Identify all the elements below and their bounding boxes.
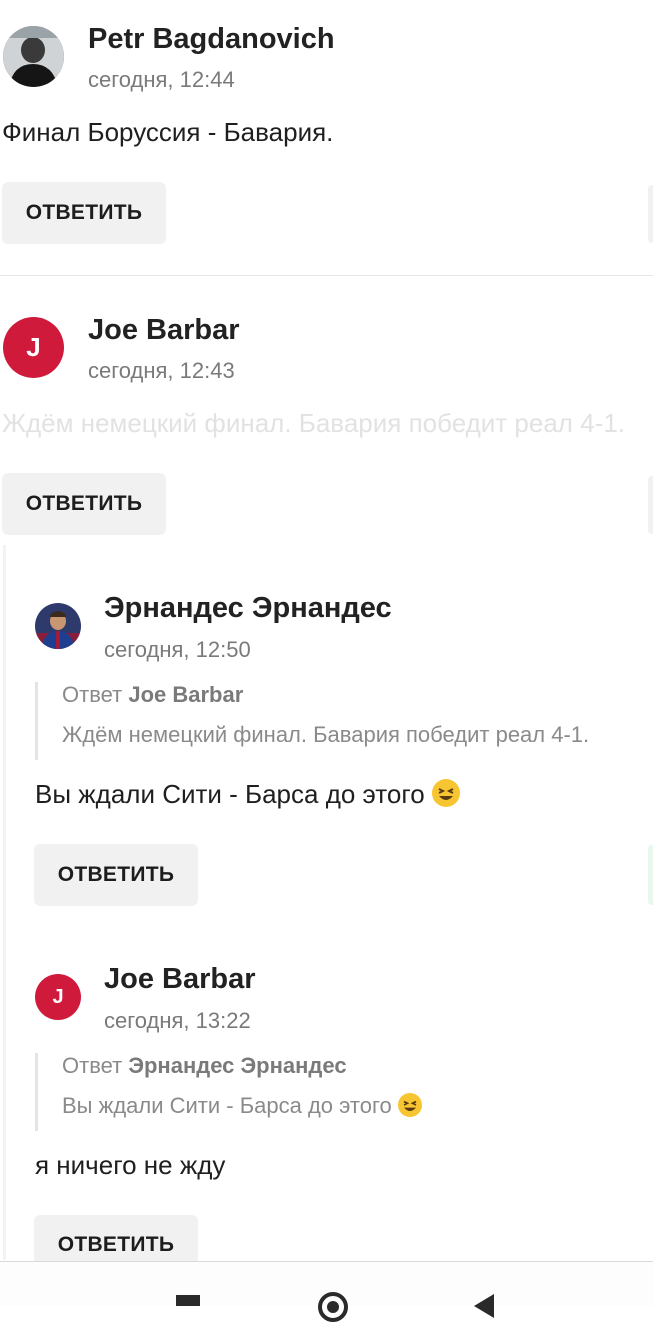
quoted-reply[interactable]: Ответ Joe Barbar Ждём немецкий финал. Ба… [35,682,589,760]
user-photo-icon [35,603,81,649]
grinning-squinting-face-emoji [431,779,460,807]
system-nav-bar [0,1261,653,1322]
comment-text: я ничего не жду [35,1150,226,1180]
reply-button[interactable]: ОТВЕТИТЬ [2,182,166,244]
comment-text: Финал Боруссия - Бавария. [2,117,334,147]
author-name[interactable]: Joe Barbar [104,963,256,996]
timestamp: сегодня, 12:43 [88,358,235,383]
thread-line [3,545,6,1260]
author-name[interactable]: Эрнандес Эрнандес [104,592,392,625]
quote-author: Эрнандес Эрнандес [128,1053,347,1078]
avatar-letter: J [26,332,41,362]
square-recent-apps-icon[interactable] [176,1295,200,1306]
quote-text: Вы ждали Сити - Барса до этого [62,1093,392,1118]
quote-author: Joe Barbar [128,682,244,707]
quote-header: Ответ Joe Barbar [62,682,589,708]
circle-home-icon[interactable] [318,1292,348,1322]
avatar[interactable] [3,26,64,87]
quote-text: Ждём немецкий финал. Бавария победит реа… [62,722,590,747]
side-action-tab[interactable] [648,845,653,905]
quote-prefix: Ответ [62,682,123,707]
grinning-squinting-face-emoji [397,1093,422,1117]
side-action-tab[interactable] [648,476,653,534]
comment-text: Ждём немецкий финал. Бавария победит реа… [2,408,625,438]
quote-header: Ответ Эрнандес Эрнандес [62,1053,422,1079]
comment-text-row: Вы ждали Сити - Барса до этого [35,779,460,810]
author-name[interactable]: Petr Bagdanovich [88,23,335,56]
triangle-back-icon[interactable] [474,1294,494,1318]
timestamp: сегодня, 13:22 [104,1008,251,1033]
avatar-letter: J [52,985,64,1008]
side-action-tab[interactable] [648,185,653,243]
quote-prefix: Ответ [62,1053,123,1078]
reply-button[interactable]: ОТВЕТИТЬ [2,473,166,535]
divider [0,275,653,276]
avatar[interactable]: J [35,974,81,1020]
user-photo-icon [3,26,64,87]
quoted-reply[interactable]: Ответ Эрнандес Эрнандес Вы ждали Сити - … [35,1053,422,1131]
reply-button[interactable]: ОТВЕТИТЬ [34,844,198,906]
author-name[interactable]: Joe Barbar [88,314,240,347]
comment-text: Вы ждали Сити - Барса до этого [35,779,425,809]
avatar[interactable]: J [3,317,64,378]
timestamp: сегодня, 12:50 [104,637,251,662]
quote-text-row: Вы ждали Сити - Барса до этого [62,1093,422,1119]
avatar[interactable] [35,603,81,649]
timestamp: сегодня, 12:44 [88,67,235,92]
